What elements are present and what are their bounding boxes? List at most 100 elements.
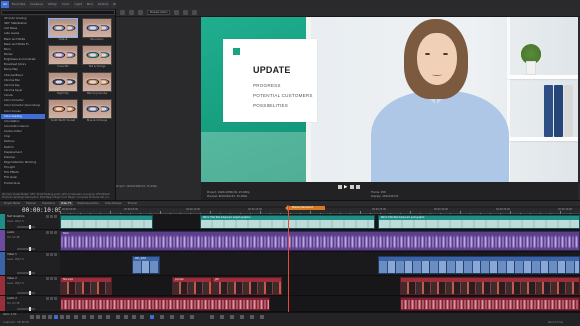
title-clip[interactable]: Mirror Title Text Advanced: post graphic xyxy=(378,215,580,229)
transport-button[interactable] xyxy=(60,315,64,319)
fx-preset-tile[interactable]: Cross Mix xyxy=(47,45,79,69)
audio-clip[interactable]: Track xyxy=(60,231,580,251)
fx-preset-tile[interactable]: South Pacific Sunset xyxy=(47,99,79,123)
transport-button[interactable] xyxy=(54,315,58,319)
transport-button[interactable] xyxy=(106,315,110,319)
track-level-slider[interactable] xyxy=(17,291,35,295)
transport-button[interactable] xyxy=(74,315,78,319)
audio-clip[interactable] xyxy=(60,297,270,311)
mute-icon[interactable] xyxy=(46,277,49,280)
transport-button[interactable] xyxy=(66,315,70,319)
fx-tab-creative[interactable]: Creative xyxy=(28,1,45,8)
transport-button[interactable] xyxy=(98,315,102,319)
transport-button[interactable] xyxy=(210,315,214,319)
track-level-slider[interactable] xyxy=(17,225,35,229)
snapshot-button[interactable] xyxy=(183,10,189,15)
transport-button[interactable] xyxy=(42,315,46,319)
fx-plugin-list[interactable]: 3D Color Grading 360° Stabilization Add No… xyxy=(1,16,45,192)
audio-clip[interactable] xyxy=(400,297,580,311)
transport-button[interactable] xyxy=(140,315,144,319)
solo-icon[interactable] xyxy=(50,297,53,300)
transport-button[interactable] xyxy=(48,315,52,319)
transport-button[interactable] xyxy=(190,315,194,319)
fx-preset-tile[interactable]: Blue Kelvin xyxy=(81,18,113,42)
transport-button[interactable] xyxy=(160,315,164,319)
playback-rate[interactable]: Rate: 0,00 xyxy=(3,313,16,316)
solo-icon[interactable] xyxy=(50,277,53,280)
video-clip[interactable]: joy.mp4 xyxy=(172,277,212,295)
fx-icon[interactable] xyxy=(54,297,57,300)
video-fx-button[interactable] xyxy=(138,10,143,15)
transport-button[interactable] xyxy=(220,315,224,319)
fx-search-input[interactable] xyxy=(1,10,115,15)
fx-icon[interactable] xyxy=(54,253,57,256)
mute-icon[interactable] xyxy=(46,297,49,300)
transport-button[interactable] xyxy=(250,315,254,319)
track-header[interactable]: Video 2 Level: 100,0 % xyxy=(0,276,60,296)
fx-preset-tile[interactable]: Teal & Orange xyxy=(81,45,113,69)
transport-button[interactable] xyxy=(260,315,264,319)
timeline-tracks[interactable]: Mirror Title Text Advanced: project grap… xyxy=(60,214,580,312)
fx-tab-all[interactable]: All xyxy=(1,1,9,8)
transport-button[interactable] xyxy=(90,315,94,319)
preview-quality-dropdown[interactable]: Preview (Auto) xyxy=(147,10,171,15)
solo-icon[interactable] xyxy=(50,231,53,234)
fx-plugin-item[interactable]: Fractal Glow xyxy=(1,181,45,186)
fx-preset-tile[interactable]: Night Sky xyxy=(47,72,79,96)
transport-button[interactable] xyxy=(150,315,154,319)
overlays-button[interactable] xyxy=(174,10,180,15)
solo-icon[interactable] xyxy=(50,253,53,256)
track-level-slider[interactable] xyxy=(17,271,35,275)
slider-knob[interactable] xyxy=(29,291,31,295)
transport-button[interactable] xyxy=(30,315,34,319)
video-clip[interactable] xyxy=(378,256,580,274)
slider-knob[interactable] xyxy=(29,225,31,229)
mute-icon[interactable] xyxy=(46,215,49,218)
transport-button[interactable] xyxy=(230,315,234,319)
slider-knob[interactable] xyxy=(29,271,31,275)
fx-icon[interactable] xyxy=(54,231,57,234)
fx-tab-color[interactable]: Color xyxy=(59,1,72,8)
fx-tab-distort[interactable]: Distort xyxy=(96,1,111,8)
play-icon[interactable] xyxy=(344,185,348,189)
solo-icon[interactable] xyxy=(50,215,53,218)
transport-button[interactable] xyxy=(82,315,86,319)
transport-button[interactable] xyxy=(124,315,128,319)
fx-icon[interactable] xyxy=(54,277,57,280)
track-header[interactable]: Text Graphics Level: 100,0 % xyxy=(0,214,60,230)
project-properties-button[interactable] xyxy=(120,10,125,15)
transport-button[interactable] xyxy=(132,315,136,319)
pause-icon[interactable] xyxy=(350,185,354,189)
fx-preset-tile[interactable]: Warming Sunrise xyxy=(81,72,113,96)
track-header[interactable]: Audio 2 Vol: 0,0 dB xyxy=(0,296,60,312)
transport-button[interactable] xyxy=(240,315,244,319)
timeline-marker[interactable]: Marker placement xyxy=(289,206,325,210)
loop-icon[interactable] xyxy=(338,185,342,189)
transport-button[interactable] xyxy=(36,315,40,319)
timeline-timecode[interactable]: 00:00:10:05 xyxy=(22,207,62,214)
fx-tab-favorites[interactable]: Favorites xyxy=(9,1,28,8)
preview-frame[interactable]: UPDATE PROGRESS POTENTIAL CUSTOMERS POSS… xyxy=(201,17,578,182)
transport-button[interactable] xyxy=(180,315,184,319)
track-level-slider[interactable] xyxy=(17,307,35,311)
slider-knob[interactable] xyxy=(29,247,31,251)
fx-tab-light[interactable]: Light xyxy=(72,1,85,8)
transport-button[interactable] xyxy=(116,315,120,319)
transport-button[interactable] xyxy=(170,315,174,319)
copy-snapshot-button[interactable] xyxy=(192,10,198,15)
mute-icon[interactable] xyxy=(46,231,49,234)
track-header[interactable]: Audio Vol: 0,0 dB xyxy=(0,230,60,252)
stop-icon[interactable] xyxy=(356,185,360,189)
video-clip[interactable]: DSC_0001 xyxy=(132,256,160,274)
fx-tab-utility[interactable]: Utility xyxy=(45,1,59,8)
track-header[interactable]: Video 1 Level: 100,0 % xyxy=(0,252,60,276)
track-level-slider[interactable] xyxy=(17,247,35,251)
fx-plugin-item[interactable]: Color Corrector (Secondary) xyxy=(1,103,45,108)
video-clip[interactable]: film.mp4 xyxy=(60,277,112,295)
fx-preset-tile[interactable]: Default xyxy=(47,18,79,42)
slider-knob[interactable] xyxy=(29,307,31,311)
video-clip[interactable] xyxy=(400,277,580,295)
fx-icon[interactable] xyxy=(54,215,57,218)
preview-external-button[interactable] xyxy=(129,10,134,15)
fx-preset-tile[interactable]: Blue and Orange xyxy=(81,99,113,123)
